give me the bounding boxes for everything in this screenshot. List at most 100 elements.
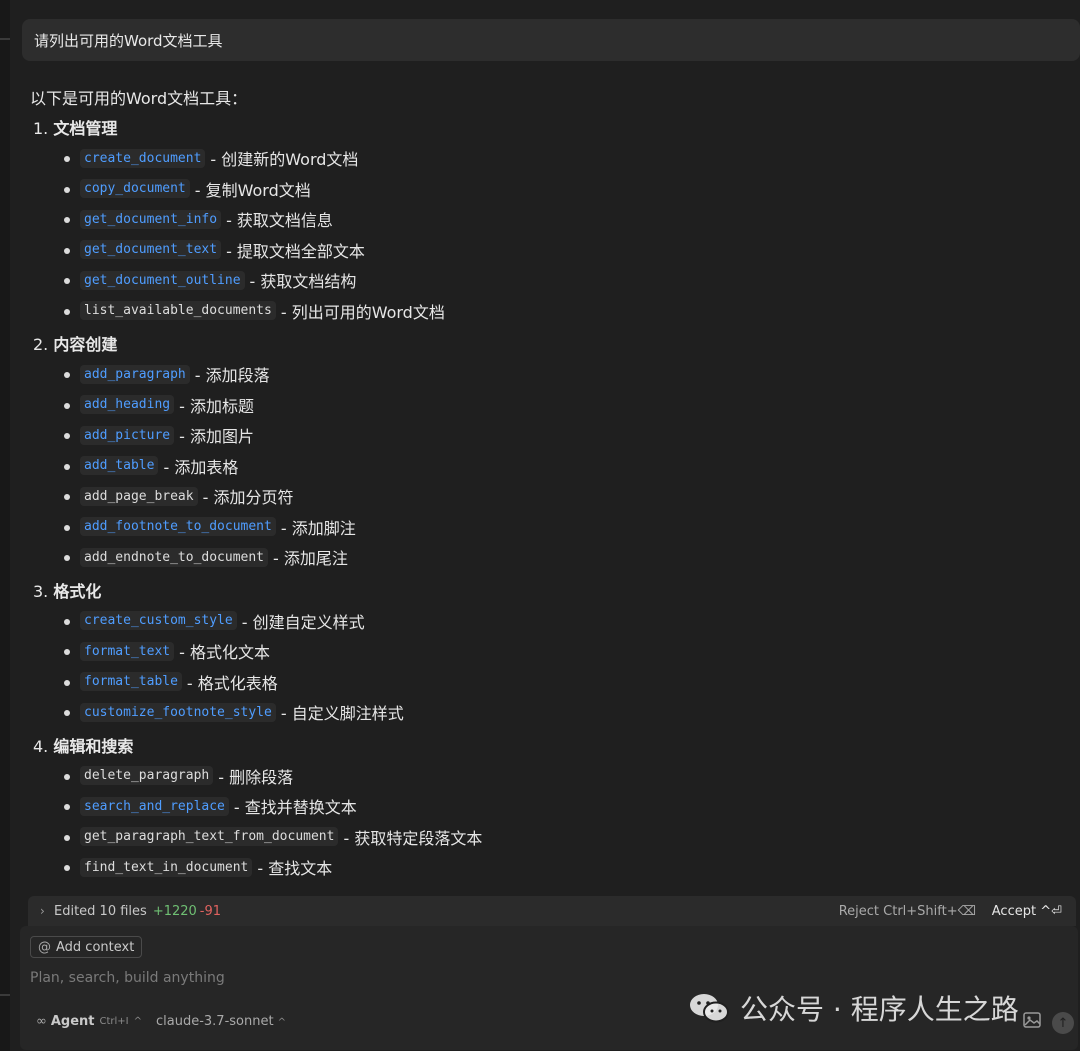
section-heading: 1. 文档管理 bbox=[33, 118, 1080, 140]
tool-name-code: add_page_break bbox=[80, 486, 198, 506]
tool-description: - 删除段落 bbox=[218, 767, 294, 787]
lines-removed: -91 bbox=[199, 903, 222, 919]
tool-description: - 格式化表格 bbox=[186, 673, 278, 693]
agent-label: Agent bbox=[50, 1014, 95, 1029]
tool-name-code: find_text_in_document bbox=[80, 857, 253, 877]
tool-item: list_available_documents - 列出可用的Word文档 bbox=[30, 296, 1080, 327]
tool-name-code[interactable]: format_table bbox=[80, 672, 182, 692]
accept-button[interactable]: Accept ^⏎ bbox=[992, 904, 1062, 919]
agent-mode-selector[interactable]: ∞ Agent Ctrl+I ^ bbox=[36, 1014, 142, 1029]
tool-item: get_document_info - 获取文档信息 bbox=[30, 204, 1080, 235]
tool-description: - 查找文本 bbox=[257, 859, 333, 879]
tool-item: search_and_replace - 查找并替换文本 bbox=[30, 791, 1080, 822]
add-context-button[interactable]: @ Add context bbox=[30, 936, 143, 958]
response-sections: 1. 文档管理 create_document - 创建新的Word文档 copy_d… bbox=[30, 118, 1080, 883]
tool-description: - 添加分页符 bbox=[202, 488, 294, 508]
tool-item: create_document - 创建新的Word文档 bbox=[30, 143, 1080, 174]
infinity-icon: ∞ bbox=[36, 1014, 47, 1029]
tool-name-code[interactable]: add_paragraph bbox=[80, 364, 190, 384]
tool-name-code: add_endnote_to_document bbox=[80, 547, 269, 567]
tool-item: format_table - 格式化表格 bbox=[30, 667, 1080, 698]
tool-item: add_page_break - 添加分页符 bbox=[30, 481, 1080, 512]
tool-item: add_heading - 添加标题 bbox=[30, 390, 1080, 421]
tool-name-code[interactable]: add_picture bbox=[80, 425, 175, 445]
tool-item: get_paragraph_text_from_document - 获取特定段落… bbox=[30, 822, 1080, 853]
tool-item: customize_footnote_style - 自定义脚注样式 bbox=[30, 697, 1080, 728]
tool-description: - 获取特定段落文本 bbox=[343, 828, 483, 848]
tool-name-code[interactable]: copy_document bbox=[80, 179, 190, 199]
left-edge-strip bbox=[0, 0, 10, 1051]
assistant-response: 以下是可用的Word文档工具： 1. 文档管理 create_document - … bbox=[30, 88, 1080, 883]
section-title: 内容创建 bbox=[53, 335, 118, 354]
user-message-text: 请列出可用的Word文档工具 bbox=[34, 31, 223, 50]
tool-name-code: delete_paragraph bbox=[80, 766, 214, 786]
tool-description: - 添加图片 bbox=[179, 427, 254, 447]
tool-description: - 复制Word文档 bbox=[194, 180, 311, 200]
tool-list: delete_paragraph - 删除段落 search_and_replace… bbox=[30, 761, 1080, 883]
section-number: 1. bbox=[33, 119, 49, 138]
tool-item: copy_document - 复制Word文档 bbox=[30, 174, 1080, 205]
tool-name-code[interactable]: format_text bbox=[80, 641, 175, 661]
tool-description: - 查找并替换文本 bbox=[233, 798, 357, 818]
lines-added: +1220 bbox=[152, 903, 197, 919]
model-selector[interactable]: claude-3.7-sonnet ^ bbox=[156, 1014, 286, 1029]
tool-name-code[interactable]: add_footnote_to_document bbox=[80, 517, 276, 537]
tool-name-code[interactable]: get_document_outline bbox=[80, 270, 245, 290]
section-title: 格式化 bbox=[53, 581, 102, 601]
tool-item: delete_paragraph - 删除段落 bbox=[30, 761, 1080, 792]
tool-description: - 创建自定义样式 bbox=[241, 612, 365, 632]
tool-description: - 格式化文本 bbox=[179, 643, 270, 663]
tool-list: create_document - 创建新的Word文档 copy_document… bbox=[30, 143, 1080, 326]
tool-description: - 添加尾注 bbox=[273, 549, 348, 569]
wechat-icon bbox=[690, 994, 729, 1023]
tool-description: - 获取文档信息 bbox=[226, 211, 333, 231]
user-message[interactable]: 请列出可用的Word文档工具 bbox=[22, 19, 1080, 61]
edge-mark bbox=[0, 994, 10, 996]
tool-name-code[interactable]: create_custom_style bbox=[80, 611, 237, 631]
tool-name-code[interactable]: add_heading bbox=[80, 395, 175, 415]
tool-item: add_picture - 添加图片 bbox=[30, 420, 1080, 451]
add-context-label: Add context bbox=[56, 939, 135, 955]
watermark-text: 公众号 · 程序人生之路 bbox=[740, 993, 1019, 1026]
image-icon[interactable] bbox=[1022, 1010, 1042, 1030]
tool-name-code[interactable]: create_document bbox=[80, 148, 206, 168]
tool-description: - 列出可用的Word文档 bbox=[280, 302, 445, 322]
tool-description: - 创建新的Word文档 bbox=[210, 150, 359, 170]
chevron-up-icon: ^ bbox=[133, 1016, 143, 1027]
send-button[interactable]: ↑ bbox=[1052, 1012, 1074, 1034]
arrow-up-icon: ↑ bbox=[1057, 1015, 1069, 1031]
wechat-watermark: 公众号 · 程序人生之路 bbox=[688, 988, 1019, 1028]
section-heading: 3. 格式化 bbox=[33, 581, 1080, 603]
section-title: 编辑和搜索 bbox=[53, 736, 134, 756]
tool-item: get_document_text - 提取文档全部文本 bbox=[30, 235, 1080, 266]
tool-description: - 添加表格 bbox=[163, 457, 239, 477]
tool-name-code: list_available_documents bbox=[80, 301, 276, 321]
tool-item: find_text_in_document - 查找文本 bbox=[30, 852, 1080, 883]
section-number: 2. bbox=[33, 335, 49, 354]
tool-description: - 添加脚注 bbox=[280, 518, 356, 538]
tool-name-code[interactable]: get_document_text bbox=[80, 240, 222, 260]
response-intro: 以下是可用的Word文档工具： bbox=[30, 89, 248, 108]
tool-item: format_text - 格式化文本 bbox=[30, 636, 1080, 667]
tool-list: add_paragraph - 添加段落 add_heading - 添加标题 add_… bbox=[30, 359, 1080, 573]
tool-item: get_document_outline - 获取文档结构 bbox=[30, 265, 1080, 296]
section-title: 文档管理 bbox=[53, 119, 118, 138]
section-number: 4. bbox=[33, 736, 49, 756]
agent-shortcut: Ctrl+I bbox=[99, 1016, 129, 1027]
reject-button[interactable]: Reject Ctrl+Shift+⌫ bbox=[839, 904, 976, 919]
tool-name-code[interactable]: add_table bbox=[80, 456, 159, 476]
tool-name-code[interactable]: customize_footnote_style bbox=[80, 702, 276, 722]
tool-description: - 添加段落 bbox=[194, 366, 270, 386]
tool-description: - 提取文档全部文本 bbox=[226, 241, 365, 261]
chat-input[interactable]: Plan, search, build anything bbox=[30, 970, 225, 986]
tool-name-code[interactable]: search_and_replace bbox=[80, 796, 229, 816]
edited-files-bar[interactable]: › Edited 10 files +1220 -91 Reject Ctrl+… bbox=[28, 896, 1076, 926]
tool-item: create_custom_style - 创建自定义样式 bbox=[30, 606, 1080, 637]
chevron-right-icon[interactable]: › bbox=[40, 904, 48, 918]
model-label: claude-3.7-sonnet bbox=[156, 1014, 274, 1029]
tool-description: - 添加标题 bbox=[179, 396, 254, 416]
at-icon: @ bbox=[38, 939, 51, 955]
tool-item: add_table - 添加表格 bbox=[30, 451, 1080, 482]
tool-name-code[interactable]: get_document_info bbox=[80, 209, 222, 229]
chevron-up-icon: ^ bbox=[277, 1017, 286, 1028]
